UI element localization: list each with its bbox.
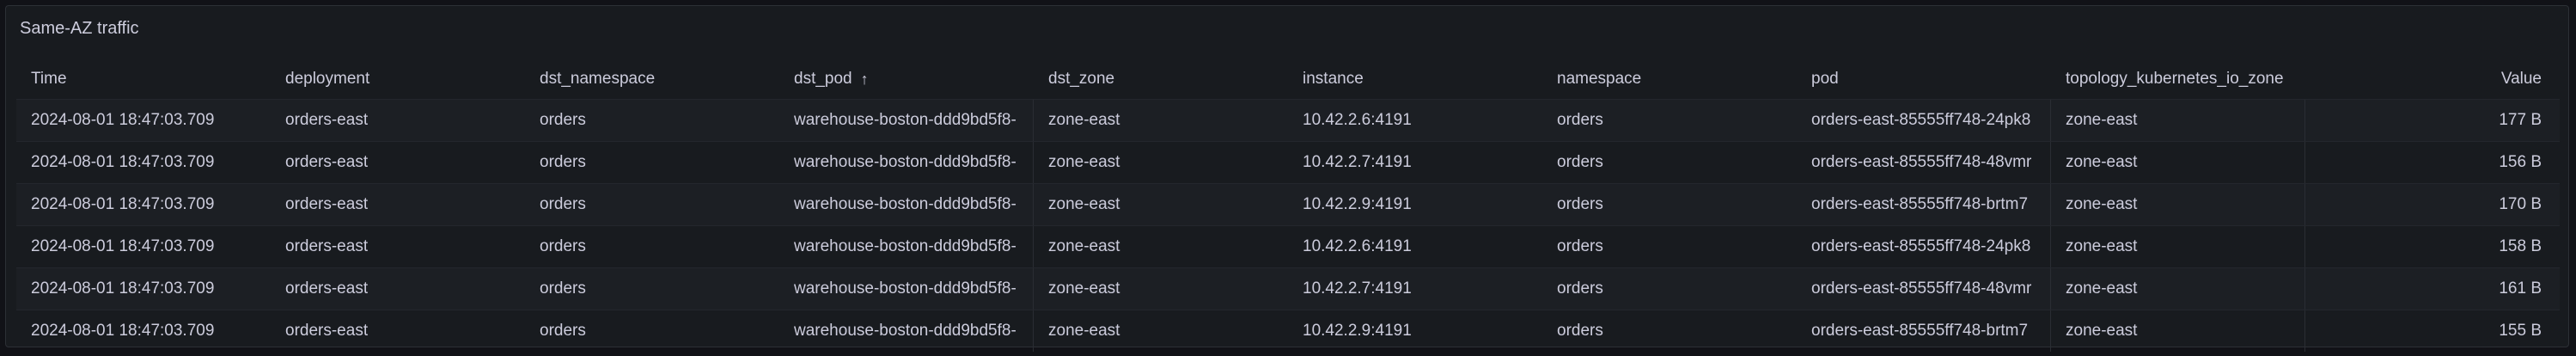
cell-dst-pod: warehouse-boston-ddd9bd5f8- bbox=[779, 226, 1034, 267]
cell-deployment: orders-east bbox=[285, 279, 369, 298]
table-header: Time deployment dst_namespace dst_pod ↑ d… bbox=[16, 59, 2560, 99]
cell-pod: orders-east-85555ff748-24pk8 bbox=[1797, 226, 2051, 267]
cell-dst-namespace: orders bbox=[540, 153, 586, 171]
column-header-dst-namespace[interactable]: dst_namespace bbox=[525, 59, 779, 99]
column-header-value[interactable]: Value bbox=[2305, 59, 2560, 99]
cell-dst-namespace: orders bbox=[540, 237, 586, 255]
cell-dst-namespace: orders bbox=[540, 195, 586, 213]
cell-deployment: orders-east bbox=[285, 322, 369, 340]
cell-dst-pod: warehouse-boston-ddd9bd5f8- bbox=[779, 184, 1034, 225]
table-row[interactable]: 2024-08-01 18:47:03.709 orders-east orde… bbox=[16, 267, 2560, 310]
cell-dst-zone: zone-east bbox=[1048, 322, 1120, 340]
cell-namespace: orders bbox=[1557, 195, 1603, 213]
table-row[interactable]: 2024-08-01 18:47:03.709 orders-east orde… bbox=[16, 310, 2560, 352]
cell-dst-pod: warehouse-boston-ddd9bd5f8- bbox=[779, 142, 1034, 183]
column-header-deployment[interactable]: deployment bbox=[271, 59, 525, 99]
cell-namespace: orders bbox=[1557, 237, 1603, 255]
cell-value: 177 B bbox=[2499, 111, 2542, 129]
cell-topology-zone: zone-east bbox=[2051, 184, 2305, 225]
cell-value: 170 B bbox=[2499, 195, 2542, 213]
column-header-topology-zone[interactable]: topology_kubernetes_io_zone bbox=[2051, 59, 2305, 99]
cell-dst-zone: zone-east bbox=[1048, 237, 1120, 255]
cell-topology-zone: zone-east bbox=[2051, 310, 2305, 352]
cell-dst-namespace: orders bbox=[540, 322, 586, 340]
column-header-instance[interactable]: instance bbox=[1288, 59, 1542, 99]
cell-instance: 10.42.2.7:4191 bbox=[1303, 279, 1412, 298]
column-header-time[interactable]: Time bbox=[16, 59, 271, 99]
panel-header[interactable]: Same-AZ traffic bbox=[6, 6, 2568, 51]
cell-namespace: orders bbox=[1557, 279, 1603, 298]
cell-instance: 10.42.2.9:4191 bbox=[1303, 322, 1412, 340]
cell-instance: 10.42.2.6:4191 bbox=[1303, 237, 1412, 255]
cell-pod: orders-east-85555ff748-brtm7 bbox=[1797, 310, 2051, 352]
table-row[interactable]: 2024-08-01 18:47:03.709 orders-east orde… bbox=[16, 225, 2560, 267]
cell-time: 2024-08-01 18:47:03.709 bbox=[31, 237, 215, 255]
data-table: Time deployment dst_namespace dst_pod ↑ d… bbox=[16, 59, 2560, 352]
cell-value: 161 B bbox=[2499, 279, 2542, 298]
cell-pod: orders-east-85555ff748-24pk8 bbox=[1797, 100, 2051, 141]
panel: Same-AZ traffic Time deployment dst_name… bbox=[5, 5, 2569, 352]
cell-namespace: orders bbox=[1557, 322, 1603, 340]
cell-dst-zone: zone-east bbox=[1048, 279, 1120, 298]
panel-title: Same-AZ traffic bbox=[20, 18, 139, 38]
cell-instance: 10.42.2.7:4191 bbox=[1303, 153, 1412, 171]
cell-value: 155 B bbox=[2499, 322, 2542, 340]
cell-pod: orders-east-85555ff748-48vmr bbox=[1797, 268, 2051, 310]
cell-namespace: orders bbox=[1557, 111, 1603, 129]
cell-time: 2024-08-01 18:47:03.709 bbox=[31, 111, 215, 129]
cell-value: 156 B bbox=[2499, 153, 2542, 171]
cell-time: 2024-08-01 18:47:03.709 bbox=[31, 279, 215, 298]
cell-deployment: orders-east bbox=[285, 111, 369, 129]
table-row[interactable]: 2024-08-01 18:47:03.709 orders-east orde… bbox=[16, 183, 2560, 225]
cell-time: 2024-08-01 18:47:03.709 bbox=[31, 195, 215, 213]
cell-dst-namespace: orders bbox=[540, 279, 586, 298]
cell-value: 158 B bbox=[2499, 237, 2542, 255]
cell-topology-zone: zone-east bbox=[2051, 226, 2305, 267]
cell-dst-namespace: orders bbox=[540, 111, 586, 129]
column-header-dst-zone[interactable]: dst_zone bbox=[1034, 59, 1288, 99]
cell-dst-zone: zone-east bbox=[1048, 153, 1120, 171]
cell-dst-zone: zone-east bbox=[1048, 195, 1120, 213]
table-row[interactable]: 2024-08-01 18:47:03.709 orders-east orde… bbox=[16, 141, 2560, 183]
column-header-pod[interactable]: pod bbox=[1797, 59, 2051, 99]
column-header-namespace[interactable]: namespace bbox=[1542, 59, 1797, 99]
cell-deployment: orders-east bbox=[285, 237, 369, 255]
cell-namespace: orders bbox=[1557, 153, 1603, 171]
cell-deployment: orders-east bbox=[285, 195, 369, 213]
cell-pod: orders-east-85555ff748-48vmr bbox=[1797, 142, 2051, 183]
cell-dst-zone: zone-east bbox=[1048, 111, 1120, 129]
column-header-dst-pod[interactable]: dst_pod ↑ bbox=[779, 59, 1034, 99]
sort-ascending-icon[interactable]: ↑ bbox=[861, 71, 869, 89]
cell-instance: 10.42.2.9:4191 bbox=[1303, 195, 1412, 213]
cell-time: 2024-08-01 18:47:03.709 bbox=[31, 153, 215, 171]
cell-topology-zone: zone-east bbox=[2051, 142, 2305, 183]
table-row[interactable]: 2024-08-01 18:47:03.709 orders-east orde… bbox=[16, 99, 2560, 141]
cell-topology-zone: zone-east bbox=[2051, 100, 2305, 141]
cell-dst-pod: warehouse-boston-ddd9bd5f8- bbox=[779, 100, 1034, 141]
cell-time: 2024-08-01 18:47:03.709 bbox=[31, 322, 215, 340]
cell-pod: orders-east-85555ff748-brtm7 bbox=[1797, 184, 2051, 225]
cell-deployment: orders-east bbox=[285, 153, 369, 171]
cell-dst-pod: warehouse-boston-ddd9bd5f8- bbox=[779, 310, 1034, 352]
cell-topology-zone: zone-east bbox=[2051, 268, 2305, 310]
cell-dst-pod: warehouse-boston-ddd9bd5f8- bbox=[779, 268, 1034, 310]
cell-instance: 10.42.2.6:4191 bbox=[1303, 111, 1412, 129]
